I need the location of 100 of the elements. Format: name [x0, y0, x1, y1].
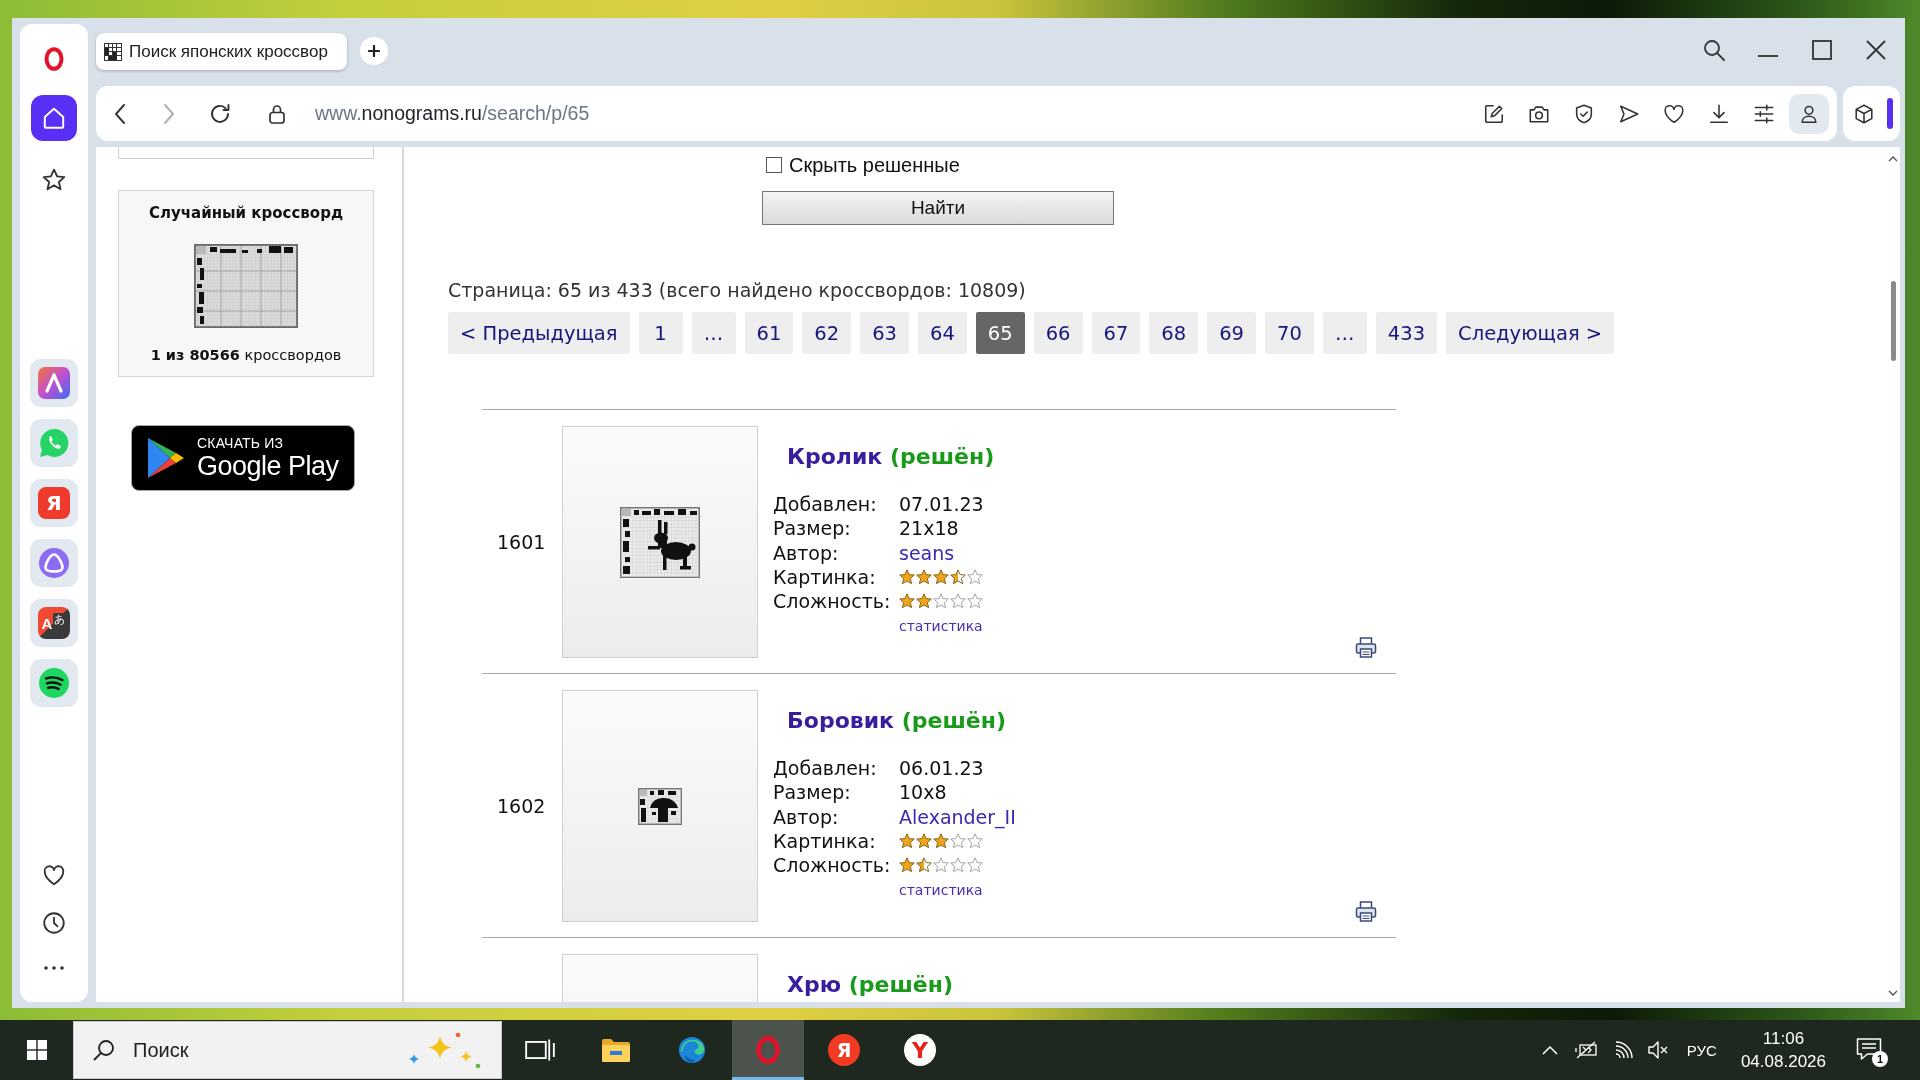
search-field[interactable]: Поиск	[73, 1021, 502, 1079]
search-button[interactable]: Найти	[762, 191, 1114, 225]
page-link[interactable]: 433	[1375, 312, 1438, 354]
four-panes-icon	[26, 1040, 47, 1060]
page-link[interactable]: …	[691, 312, 736, 354]
peak-logo-icon	[38, 367, 70, 399]
page-link[interactable]: 70	[1265, 312, 1314, 354]
scroll-down-icon[interactable]	[1888, 990, 1898, 996]
field-label: Автор:	[773, 804, 840, 829]
sliders-icon[interactable]	[1753, 102, 1775, 125]
nonogram-thumbnail-drawing	[638, 787, 682, 825]
page-link[interactable]: < Предыдущая	[448, 312, 630, 354]
url-text[interactable]: www.nonograms.ru/search/p/65	[315, 102, 590, 125]
star-icon	[933, 857, 949, 874]
star-icon	[967, 593, 983, 610]
page-link[interactable]: 61	[744, 312, 794, 354]
heart-icon[interactable]	[1663, 102, 1685, 125]
swirl-icon	[677, 1036, 707, 1064]
folder-icon	[601, 1036, 631, 1064]
more-dots-icon[interactable]	[44, 966, 64, 970]
browser-tab[interactable]: Поиск японских кроссвор	[96, 33, 347, 70]
maximize-icon[interactable]	[1812, 40, 1832, 60]
page-link[interactable]: 67	[1091, 312, 1141, 354]
new-tab-button[interactable]	[360, 37, 388, 65]
page-link[interactable]: 63	[860, 312, 909, 354]
field-value: 06.01.23	[899, 756, 985, 781]
puzzle-title-link[interactable]: Хрю	[787, 972, 842, 997]
card-caption: 1 из 80566 кроссвордов	[150, 346, 342, 365]
chevron-up-icon[interactable]	[1541, 1045, 1558, 1055]
taskbar-app-button[interactable]: Я	[808, 1020, 880, 1080]
page-link[interactable]: 65	[975, 312, 1025, 354]
page-link[interactable]: …	[1322, 312, 1367, 354]
search-icon	[93, 1039, 115, 1061]
page-link[interactable]: 66	[1033, 312, 1083, 354]
shield-check-icon[interactable]	[1573, 102, 1595, 125]
send-arrow-icon[interactable]	[1618, 102, 1640, 125]
search-icon[interactable]	[1702, 38, 1726, 62]
sidebar-app-button[interactable]: Я	[30, 479, 78, 527]
random-crossword-card[interactable]: Случайный кроссворд 1 из 80566 кроссвордов	[118, 190, 374, 377]
star-icon	[899, 593, 915, 610]
page-link[interactable]: 64	[918, 312, 967, 354]
clock-date[interactable]: 04.08.2026	[1740, 1050, 1826, 1073]
message-icon[interactable]	[1856, 1037, 1882, 1061]
home-button[interactable]	[31, 95, 77, 141]
printer-icon[interactable]	[1355, 636, 1377, 658]
checkbox-label[interactable]: Скрыть решенные	[789, 153, 960, 177]
close-icon[interactable]	[1866, 40, 1886, 60]
page-link[interactable]: 62	[802, 312, 852, 354]
page-link[interactable]: Следующая >	[1446, 312, 1615, 354]
star-icon	[933, 593, 949, 610]
clock-time[interactable]: 11:06	[1762, 1027, 1805, 1050]
field-label: Автор:	[773, 540, 840, 565]
download-icon[interactable]	[1708, 102, 1730, 125]
store-badge[interactable]: СКАЧАТЬ ИЗ Google Play	[131, 425, 355, 491]
grid-icon	[104, 42, 122, 61]
page-link[interactable]: 1	[638, 312, 683, 354]
field-label: Картинка:	[773, 565, 877, 590]
profile-button[interactable]	[1789, 93, 1829, 134]
thumbnail-frame[interactable]	[562, 690, 758, 922]
field-value: 21x18	[899, 516, 960, 541]
language-indicator[interactable]: РУС	[1686, 1041, 1717, 1059]
star-icon	[899, 833, 915, 850]
page-link[interactable]: 69	[1207, 312, 1256, 354]
field-label: Картинка:	[773, 829, 877, 854]
star-icon	[916, 833, 932, 850]
letter-logo: Я	[38, 487, 70, 519]
clock-icon[interactable]	[41, 910, 67, 936]
lock-icon[interactable]	[269, 103, 285, 124]
minimize-icon[interactable]	[1756, 55, 1780, 57]
statistics-link[interactable]: статистика	[899, 880, 983, 901]
back-icon[interactable]	[114, 103, 126, 124]
pen-frame-icon[interactable]	[1483, 102, 1505, 125]
puzzle-number: 1602	[497, 794, 546, 817]
star-icon	[967, 833, 983, 850]
printer-icon[interactable]	[1355, 900, 1377, 922]
puzzle-title-link[interactable]: Боровик	[787, 708, 894, 733]
card-title: Случайный кроссворд	[149, 203, 343, 223]
star-icon	[967, 857, 983, 874]
scroll-up-icon[interactable]	[1888, 156, 1898, 162]
star-icon	[933, 833, 949, 850]
reload-icon[interactable]	[209, 102, 231, 125]
cube-icon[interactable]	[1853, 102, 1875, 125]
star-icon	[950, 833, 966, 850]
panel-handle[interactable]	[1887, 98, 1893, 129]
statistics-link[interactable]: статистика	[899, 616, 983, 637]
page-link[interactable]: 68	[1149, 312, 1199, 354]
author-link[interactable]: seans	[899, 540, 984, 565]
thumbnail-frame[interactable]	[562, 426, 758, 658]
sidebar-app-button[interactable]	[30, 659, 78, 707]
heart-icon[interactable]	[41, 862, 67, 888]
puzzle-title-link[interactable]: Кролик	[787, 444, 883, 469]
field-label: Сложность:	[773, 589, 892, 614]
solved-status: (решён)	[901, 708, 1006, 733]
scrollbar-thumb[interactable]	[1890, 281, 1896, 361]
notification-badge: 1	[1872, 1051, 1888, 1067]
ring-logo-icon[interactable]	[44, 46, 64, 72]
author-link[interactable]: Alexander_II	[899, 804, 1016, 829]
field-label: Размер:	[773, 516, 852, 541]
hide-solved-checkbox[interactable]	[766, 157, 782, 173]
taskbar-app-button[interactable]: Y	[884, 1020, 956, 1080]
